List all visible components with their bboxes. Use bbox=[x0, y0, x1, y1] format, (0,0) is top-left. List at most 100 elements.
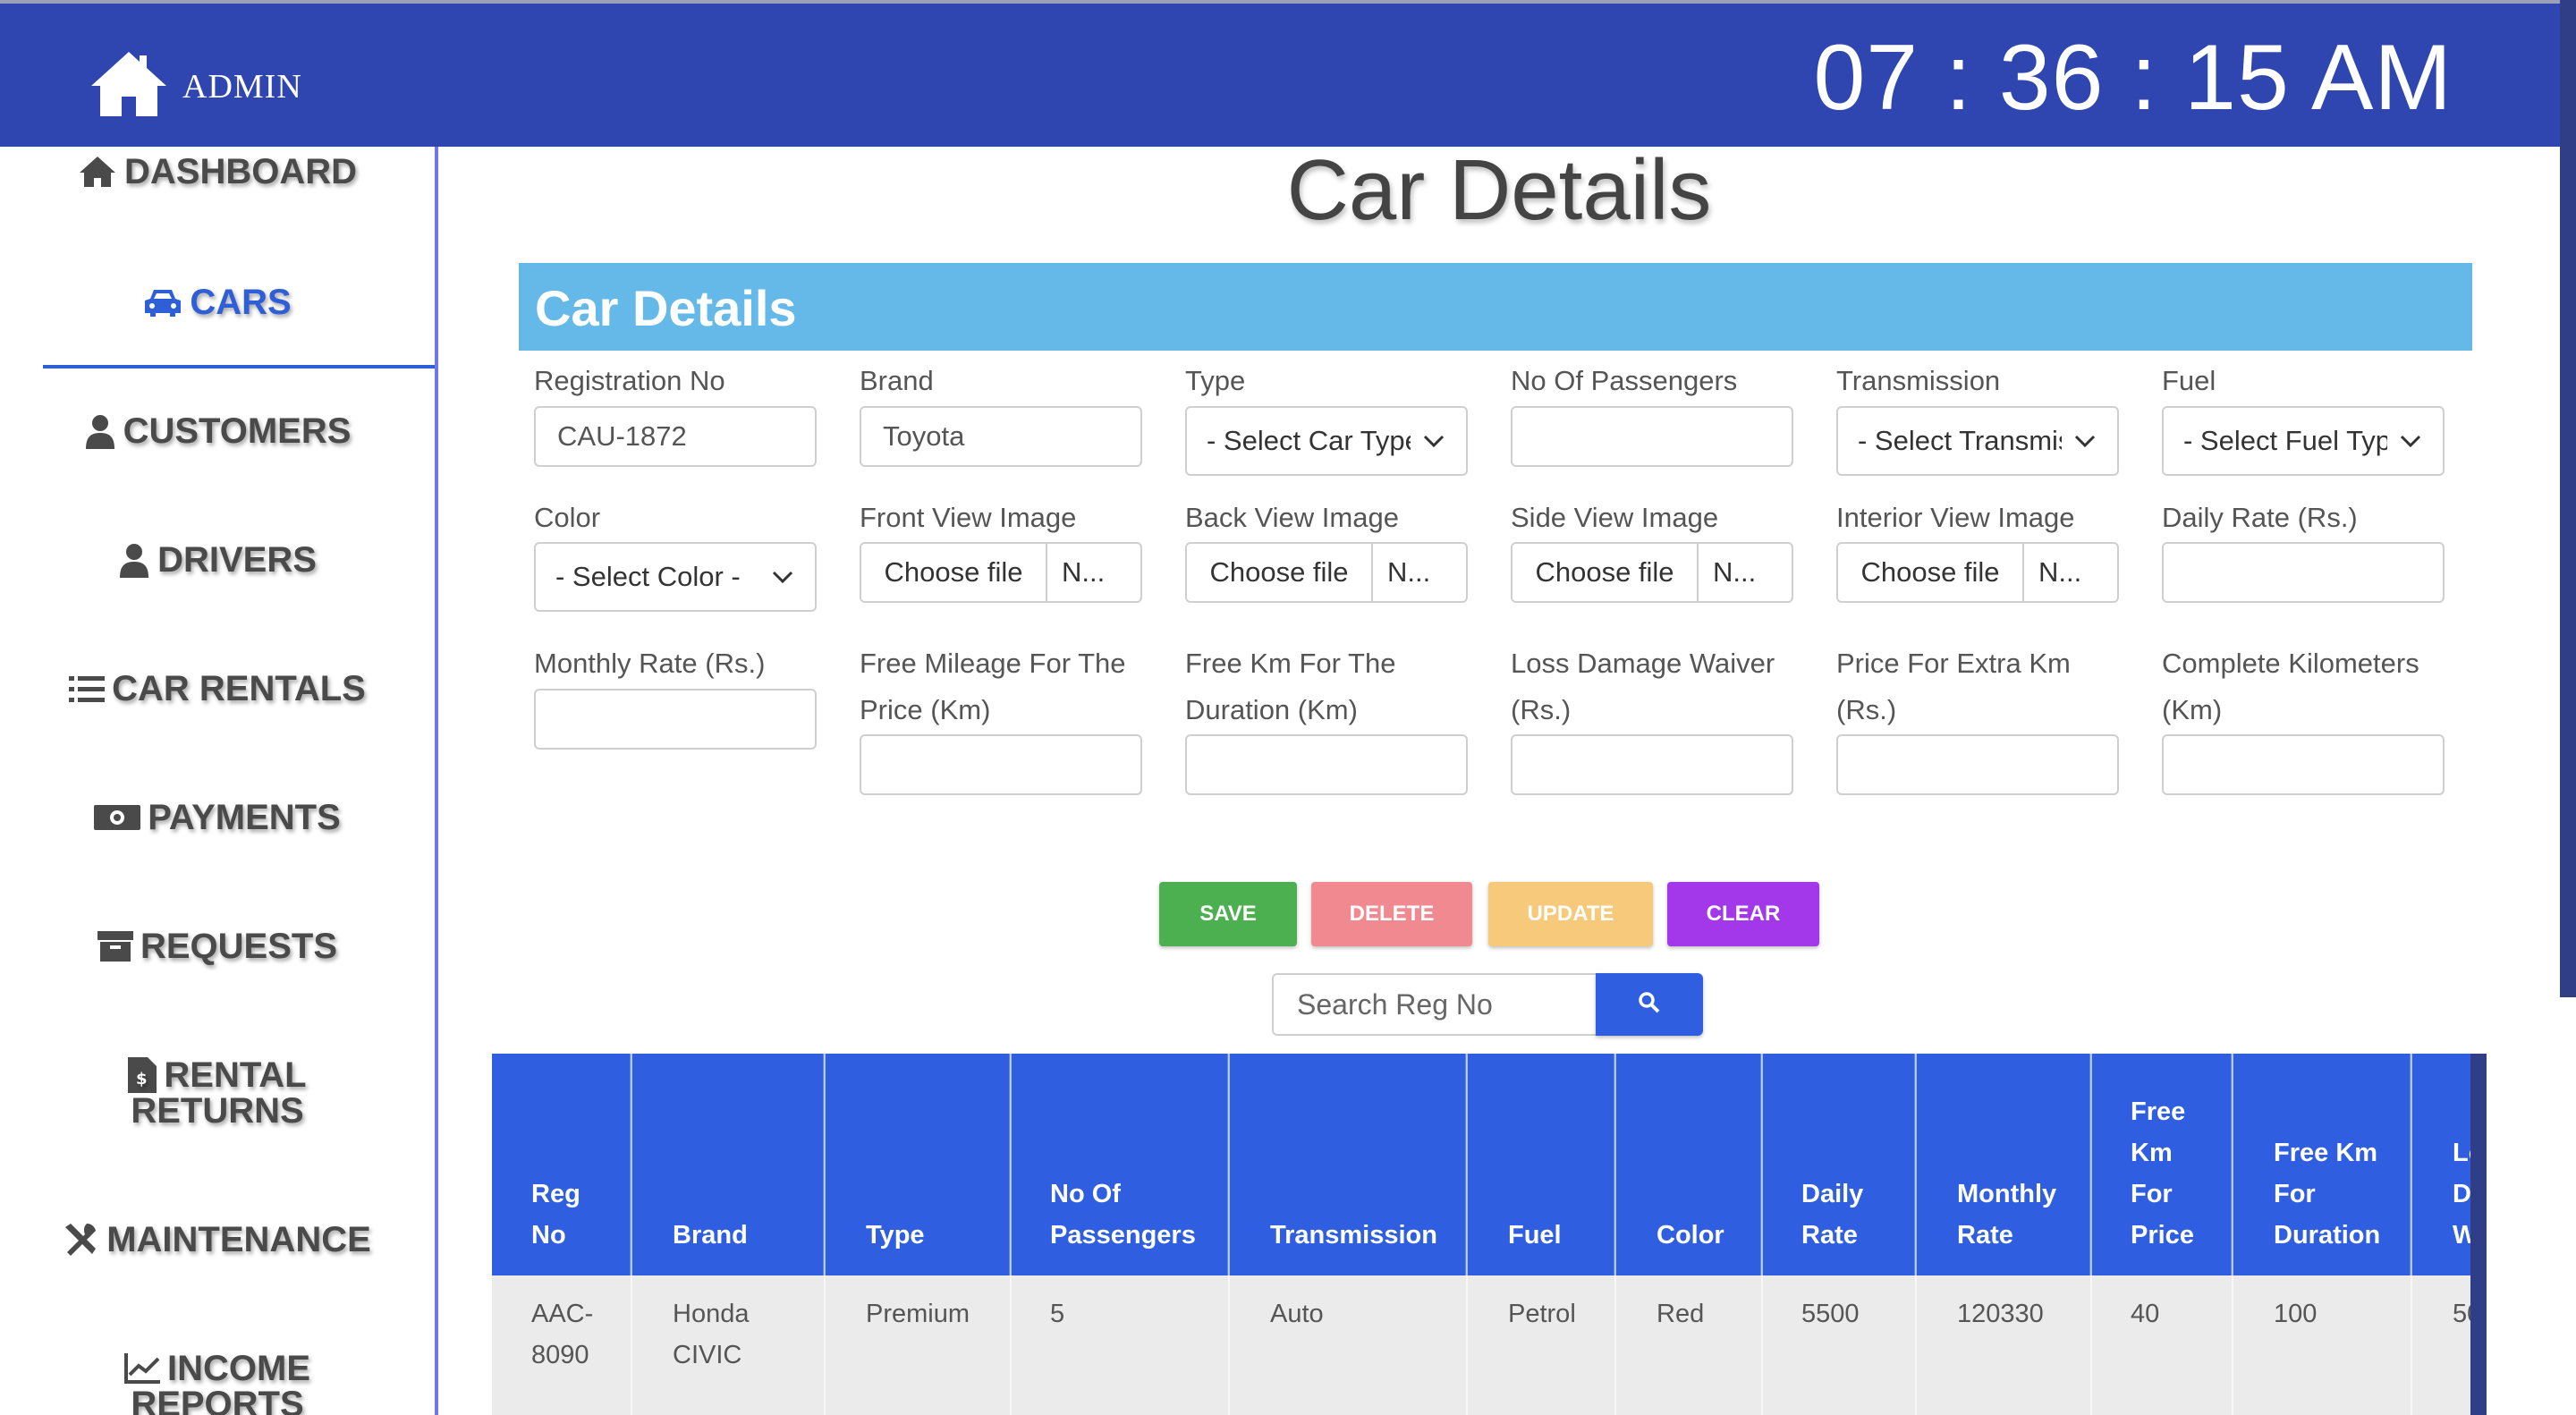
free-km-duration-input[interactable] bbox=[1185, 734, 1468, 795]
sidebar-item-rental-returns[interactable]: $ RENTAL RETURNS bbox=[0, 1057, 435, 1129]
chart-line-icon bbox=[124, 1353, 160, 1384]
sidebar-item-label-line2: REPORTS bbox=[131, 1385, 304, 1415]
column-header[interactable]: Fuel bbox=[1467, 1054, 1615, 1275]
column-header[interactable]: Reg No bbox=[492, 1054, 631, 1275]
sidebar-item-label: CAR RENTALS bbox=[112, 669, 366, 708]
search-input[interactable]: Search Reg No bbox=[1272, 973, 1597, 1036]
sidebar-item-dashboard[interactable]: DASHBOARD bbox=[0, 154, 435, 190]
column-divider bbox=[1915, 1054, 1917, 1415]
column-header[interactable]: Transmission bbox=[1229, 1054, 1467, 1275]
label-line: Complete Kilometers bbox=[2162, 648, 2419, 679]
column-header[interactable]: No Of Passengers bbox=[1011, 1054, 1229, 1275]
column-divider bbox=[1466, 1054, 1468, 1415]
column-divider bbox=[1228, 1054, 1230, 1415]
reg-no-input[interactable]: CAU-1872 bbox=[534, 406, 817, 467]
column-header[interactable]: Color bbox=[1615, 1054, 1762, 1275]
choose-file-button[interactable]: Choose file bbox=[1838, 544, 2024, 601]
brand-input[interactable]: Toyota bbox=[860, 406, 1142, 467]
table-cell: Red bbox=[1657, 1300, 1705, 1328]
save-button[interactable]: SAVE bbox=[1159, 882, 1297, 946]
label-line: Free Km For The bbox=[1185, 648, 1396, 679]
brand-label: ADMIN bbox=[182, 67, 302, 106]
admin-brand[interactable]: ADMIN bbox=[88, 48, 302, 124]
sidebar-item-label: CARS bbox=[190, 283, 292, 322]
sidebar-item-payments[interactable]: PAYMENTS bbox=[0, 800, 435, 835]
sidebar-item-label: RENTAL bbox=[164, 1055, 307, 1095]
label-line: Duration (Km) bbox=[1185, 694, 1358, 725]
sidebar-item-label: DRIVERS bbox=[157, 540, 317, 580]
transmission-select[interactable]: - Select Transmission - bbox=[1836, 406, 2119, 476]
column-header[interactable]: Type bbox=[825, 1054, 1011, 1275]
back-image-file-input[interactable]: Choose file N... bbox=[1185, 542, 1468, 603]
list-icon bbox=[69, 674, 106, 704]
brand-label: Brand bbox=[860, 365, 934, 396]
user-icon bbox=[84, 413, 116, 449]
loss-damage-waiver-label: Loss Damage Waiver (Rs.) bbox=[1511, 640, 1775, 733]
invoice-icon: $ bbox=[128, 1057, 157, 1093]
monthly-rate-input[interactable] bbox=[534, 689, 817, 750]
table-cell: 100 bbox=[2274, 1300, 2318, 1328]
side-image-file-input[interactable]: Choose file N... bbox=[1511, 542, 1793, 603]
column-header[interactable]: Daily Rate bbox=[1762, 1054, 1916, 1275]
daily-rate-label: Daily Rate (Rs.) bbox=[2162, 502, 2358, 533]
sidebar-item-drivers[interactable]: DRIVERS bbox=[0, 542, 435, 578]
color-select-value: - Select Color - bbox=[555, 561, 741, 592]
card-header: Car Details bbox=[519, 263, 2472, 351]
choose-file-button[interactable]: Choose file bbox=[1513, 544, 1699, 601]
page-title: Car Details bbox=[1286, 142, 1712, 238]
search-icon bbox=[1638, 991, 1661, 1019]
page-scrollbar[interactable] bbox=[2560, 0, 2576, 997]
choose-file-button[interactable]: Choose file bbox=[861, 544, 1047, 601]
type-select[interactable]: - Select Car Type - bbox=[1185, 406, 1468, 476]
table-row[interactable]: AAC- 8090 Honda CIVIC Premium 5 Auto Petro… bbox=[492, 1275, 2487, 1415]
home-icon bbox=[78, 155, 117, 189]
loss-damage-waiver-input[interactable] bbox=[1511, 734, 1793, 795]
user-icon bbox=[118, 542, 150, 578]
file-name: N... bbox=[2038, 556, 2082, 588]
complete-km-input[interactable] bbox=[2162, 734, 2445, 795]
sidebar-item-customers[interactable]: CUSTOMERS bbox=[0, 413, 435, 449]
interior-image-file-input[interactable]: Choose file N... bbox=[1836, 542, 2119, 603]
sidebar-item-car-rentals[interactable]: CAR RENTALS bbox=[0, 671, 435, 707]
table-scrollbar[interactable] bbox=[2470, 1054, 2487, 1415]
column-header[interactable]: Free Km For Duration bbox=[2233, 1054, 2411, 1275]
delete-button[interactable]: DELETE bbox=[1311, 882, 1472, 946]
front-image-file-input[interactable]: Choose file N... bbox=[860, 542, 1142, 603]
free-mileage-price-input[interactable] bbox=[860, 734, 1142, 795]
column-header[interactable]: Monthly Rate bbox=[1916, 1054, 2091, 1275]
page: ADMIN 07 : 36 : 15 AM DASHBOARD CARS CUS… bbox=[0, 0, 2576, 1415]
sidebar-item-requests[interactable]: REQUESTS bbox=[0, 928, 435, 964]
column-divider bbox=[2411, 1054, 2412, 1415]
color-select[interactable]: - Select Color - bbox=[534, 542, 817, 612]
update-button[interactable]: UPDATE bbox=[1488, 882, 1653, 946]
fuel-select[interactable]: - Select Fuel Type - bbox=[2162, 406, 2445, 476]
choose-file-button[interactable]: Choose file bbox=[1187, 544, 1373, 601]
monthly-rate-label: Monthly Rate (Rs.) bbox=[534, 648, 766, 679]
daily-rate-input[interactable] bbox=[2162, 542, 2445, 603]
sidebar-item-income-reports[interactable]: INCOME REPORTS bbox=[0, 1351, 435, 1415]
chevron-down-icon bbox=[1423, 408, 1445, 474]
column-divider bbox=[2232, 1054, 2233, 1415]
type-label: Type bbox=[1185, 365, 1246, 396]
table-cell: Auto bbox=[1270, 1300, 1324, 1328]
card-title: Car Details bbox=[535, 280, 797, 336]
column-header[interactable]: Brand bbox=[631, 1054, 825, 1275]
clear-button[interactable]: CLEAR bbox=[1667, 882, 1819, 946]
passengers-label: No Of Passengers bbox=[1511, 365, 1738, 396]
table-cell: Honda CIVIC bbox=[673, 1300, 750, 1369]
sidebar-item-cars[interactable]: CARS bbox=[0, 284, 435, 320]
extra-km-price-input[interactable] bbox=[1836, 734, 2119, 795]
tools-icon bbox=[64, 1222, 99, 1258]
free-km-duration-label: Free Km For The Duration (Km) bbox=[1185, 640, 1395, 733]
search-button[interactable] bbox=[1596, 973, 1703, 1036]
cars-table: Reg No Brand Type No Of Passengers Transmi… bbox=[492, 1054, 2487, 1415]
color-label: Color bbox=[534, 502, 601, 533]
sidebar-item-maintenance[interactable]: MAINTENANCE bbox=[0, 1222, 435, 1258]
label-line: (Rs.) bbox=[1836, 694, 1897, 725]
table-cell: AAC- 8090 bbox=[531, 1300, 594, 1369]
chevron-down-icon bbox=[772, 544, 793, 610]
file-name: N... bbox=[1713, 556, 1757, 588]
passengers-input[interactable] bbox=[1511, 406, 1793, 467]
column-header[interactable]: Free Km For Price bbox=[2091, 1054, 2233, 1275]
chevron-down-icon bbox=[2074, 408, 2096, 474]
